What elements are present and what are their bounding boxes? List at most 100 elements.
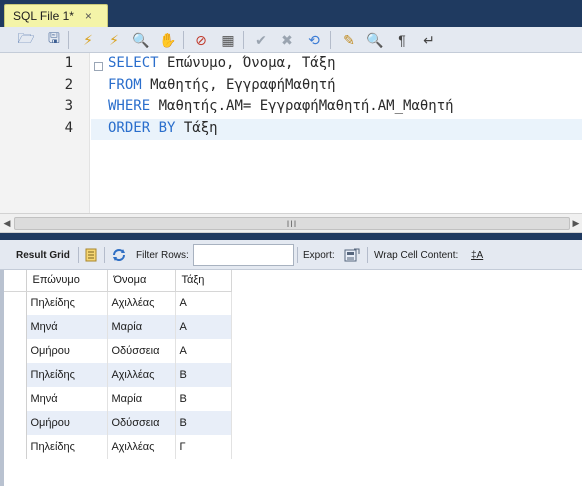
table-row[interactable]: Ομήρου Οδύσσεια Α [4,339,232,363]
table-cell[interactable]: Πηλείδης [26,291,108,315]
table-row[interactable]: Πηλείδης Αχιλλέας Β [4,363,232,387]
line-number: 3 [64,98,73,114]
commit-icon-glyph: ✔ [255,31,267,48]
table-cell[interactable]: Α [175,291,232,315]
open-folder-icon[interactable]: 🗁 [16,30,36,50]
save-icon[interactable]: 🖫 [44,30,64,50]
beautify-icon[interactable]: ✎ [339,30,359,50]
autocommit-icon-glyph: ⟲ [308,31,320,48]
table-cell[interactable]: Γ [175,435,232,459]
find-icon[interactable]: 🔍 [365,30,385,50]
table-cell[interactable]: Οδύσσεια [107,411,176,435]
table-cell[interactable]: Α [175,339,232,363]
filter-rows-label: Filter Rows: [136,249,189,261]
toggle-error-icon-glyph: ⊘ [195,31,207,48]
commit-icon[interactable]: ✔ [251,30,271,50]
table-cell[interactable]: Β [175,411,232,435]
toolbar-separator [330,31,331,49]
code-line[interactable]: ORDER BY Τάξη [108,120,218,136]
row-header-corner[interactable] [4,270,27,292]
table-cell[interactable]: Ομήρου [26,339,108,363]
table-row[interactable]: Μηνά Μαρία Β [4,387,232,411]
sql-text: Τάξη [175,120,218,136]
column-header-onoma[interactable]: Όνομα [107,270,176,292]
row-header[interactable] [4,291,27,315]
table-cell[interactable]: Α [175,315,232,339]
sql-text: Μαθητής.ΑΜ= ΕγγραφήΜαθητή.ΑΜ_Μαθητή [150,98,454,114]
tab-label: SQL File 1* [13,9,74,23]
row-header[interactable] [4,339,27,363]
table-cell[interactable]: Αχιλλέας [107,363,176,387]
autocommit-icon[interactable]: ⟲ [304,30,324,50]
table-cell[interactable]: Β [175,363,232,387]
table-cell[interactable]: Ομήρου [26,411,108,435]
invisible-chars-icon[interactable]: ¶ [392,30,412,50]
toggle-error-icon[interactable]: ⊘ [191,30,211,50]
panel-splitter[interactable] [0,233,582,240]
sql-editor[interactable]: 1 2 3 4 SELECT Επώνυμο, Όνομα, Τάξη FROM Μαθ… [0,53,582,213]
explain-icon[interactable]: 🔍 [131,30,151,50]
table-cell[interactable]: Μηνά [26,387,108,411]
row-header[interactable] [4,315,27,339]
toolbar-separator [183,31,184,49]
code-line[interactable]: WHERE Μαθητής.ΑΜ= ΕγγραφήΜαθητή.ΑΜ_Μαθητ… [108,98,454,114]
execute-icon[interactable]: ⚡ [78,30,98,50]
table-cell[interactable]: Μαρία [107,315,176,339]
table-cell[interactable]: Μηνά [26,315,108,339]
scroll-right-arrow-icon[interactable]: ▶ [570,217,582,229]
table-row[interactable]: Πηλείδης Αχιλλέας Α [4,291,232,315]
column-header-eponymo[interactable]: Επώνυμο [26,270,108,292]
wrap-lines-icon-glyph: ↵ [423,31,435,48]
code-line[interactable]: FROM Μαθητής, ΕγγραφήΜαθητή [108,77,336,93]
stop-icon[interactable]: ✋ [158,30,178,50]
line-number: 4 [64,120,73,136]
table-cell[interactable]: Πηλείδης [26,435,108,459]
execute-current-icon[interactable]: ⚡ [104,30,124,50]
table-row[interactable]: Ομήρου Οδύσσεια Β [4,411,232,435]
table-row[interactable]: Πηλείδης Αχιλλέας Γ [4,435,232,459]
tab-close-icon[interactable]: × [85,9,92,23]
wrap-lines-icon[interactable]: ↵ [419,30,439,50]
result-grid[interactable]: Επώνυμο Όνομα Τάξη Πηλείδης Αχιλλέας Α Μηνά… [4,270,239,459]
row-header[interactable] [4,435,27,459]
row-header[interactable] [4,387,27,411]
toolbar-separator [297,247,298,263]
row-header[interactable] [4,363,27,387]
tab-strip: SQL File 1* × [0,0,582,27]
toolbar-separator [68,31,69,49]
invisible-chars-icon-glyph: ¶ [398,32,406,48]
result-grid-tab[interactable]: Result Grid [16,240,70,270]
scroll-thumb[interactable]: III [14,217,570,230]
editor-toolbar: 🗁 🖫 ⚡ ⚡ 🔍 ✋ ⊘ ▦ ✔ ✖ ⟲ ✎ 🔍 ¶ ↵ [0,27,582,53]
save-icon-glyph: 🖫 [48,30,60,46]
table-cell[interactable]: Μαρία [107,387,176,411]
table-cell[interactable]: Αχιλλέας [107,291,176,315]
table-cell[interactable]: Β [175,387,232,411]
refresh-icon[interactable] [111,240,127,270]
code-line[interactable]: SELECT Επώνυμο, Όνομα, Τάξη [108,55,336,71]
fold-marker-icon[interactable] [94,62,103,71]
result-toolbar: Result Grid Filter Rows: Export: Wrap Ce… [0,240,582,270]
filter-rows-input[interactable] [193,244,294,266]
stop-icon-glyph: ✋ [159,31,177,48]
line-number: 1 [64,55,73,71]
column-header-taxi[interactable]: Τάξη [175,270,232,292]
toolbar-separator [78,247,79,263]
wrap-cell-content-icon[interactable]: ‡A [471,240,483,270]
rollback-icon[interactable]: ✖ [277,30,297,50]
results-toggle-icon[interactable]: ▦ [218,30,238,50]
editor-horizontal-scrollbar[interactable]: ◀ III ▶ [0,213,582,233]
toolbar-separator [367,247,368,263]
scroll-thumb-grip: III [286,218,298,229]
table-cell[interactable]: Αχιλλέας [107,435,176,459]
form-view-icon[interactable] [84,240,98,270]
table-row[interactable]: Μηνά Μαρία Α [4,315,232,339]
table-cell[interactable]: Πηλείδης [26,363,108,387]
tab-sql-file-1[interactable]: SQL File 1* × [4,4,108,27]
scroll-left-arrow-icon[interactable]: ◀ [1,217,13,229]
beautify-icon-glyph: ✎ [343,31,355,48]
wrap-cell-content-label: Wrap Cell Content: [374,249,459,261]
row-header[interactable] [4,411,27,435]
export-icon[interactable] [344,240,360,270]
table-cell[interactable]: Οδύσσεια [107,339,176,363]
